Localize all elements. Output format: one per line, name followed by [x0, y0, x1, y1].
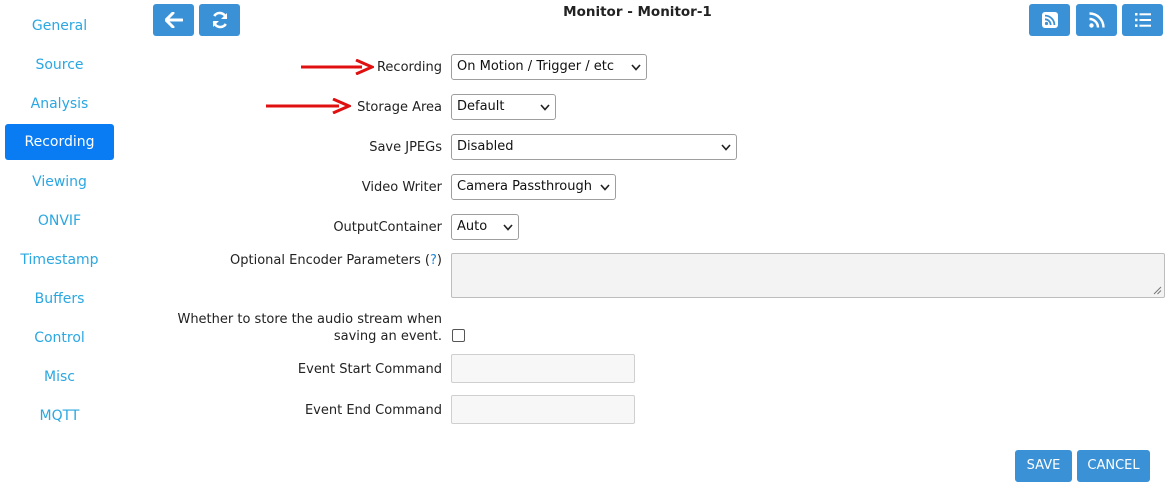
- sidebar-item-source[interactable]: Source: [5, 47, 114, 83]
- chevron-down-icon: [540, 104, 550, 111]
- chevron-down-icon: [631, 64, 641, 71]
- sidebar-item-analysis[interactable]: Analysis: [5, 86, 114, 122]
- rss-feed-button[interactable]: [1029, 4, 1070, 36]
- video-writer-label: Video Writer: [361, 180, 442, 195]
- save-jpegs-label: Save JPEGs: [369, 140, 442, 155]
- rss-square-icon: [1041, 12, 1058, 28]
- output-container-select[interactable]: Auto: [451, 214, 519, 240]
- save-button[interactable]: SAVE: [1015, 450, 1072, 482]
- annotation-arrow-storage-area: [266, 98, 351, 114]
- event-end-input[interactable]: [451, 395, 635, 424]
- rss-icon: [1088, 12, 1105, 28]
- storage-area-select-value: Default: [457, 99, 505, 114]
- list-button[interactable]: [1122, 4, 1163, 36]
- sidebar-item-misc[interactable]: Misc: [5, 359, 114, 395]
- storage-area-label: Storage Area: [357, 100, 442, 115]
- rss-button[interactable]: [1076, 4, 1117, 36]
- storage-area-select[interactable]: Default: [451, 94, 556, 120]
- sidebar-item-viewing[interactable]: Viewing: [5, 164, 114, 200]
- annotation-arrow-recording: [301, 59, 374, 75]
- output-container-label: OutputContainer: [333, 220, 442, 235]
- recording-select-value: On Motion / Trigger / etc: [457, 59, 615, 74]
- recording-label: Recording: [376, 60, 442, 75]
- event-start-label: Event Start Command: [297, 362, 442, 377]
- encoder-params-label: Optional Encoder Parameters (?): [230, 253, 442, 268]
- chevron-down-icon: [503, 224, 513, 231]
- sidebar-item-timestamp[interactable]: Timestamp: [5, 242, 114, 278]
- sidebar-item-control[interactable]: Control: [5, 320, 114, 356]
- chevron-down-icon: [721, 144, 731, 151]
- back-arrow-icon: [164, 12, 183, 28]
- save-jpegs-select[interactable]: Disabled: [451, 134, 737, 160]
- sidebar-item-general[interactable]: General: [5, 8, 114, 44]
- refresh-button[interactable]: [199, 4, 240, 36]
- event-start-input[interactable]: [451, 354, 635, 383]
- event-end-label: Event End Command: [304, 403, 442, 418]
- back-button[interactable]: [153, 4, 194, 36]
- encoder-params-textarea[interactable]: [451, 253, 1165, 298]
- sidebar-item-onvif[interactable]: ONVIF: [5, 203, 114, 239]
- resize-grip-icon[interactable]: [1152, 285, 1162, 295]
- cancel-button[interactable]: CANCEL: [1077, 450, 1150, 482]
- sidebar-item-buffers[interactable]: Buffers: [5, 281, 114, 317]
- encoder-params-label-end: ): [436, 253, 442, 268]
- sidebar-item-mqtt[interactable]: MQTT: [5, 398, 114, 434]
- list-icon: [1134, 13, 1151, 27]
- encoder-params-label-text: Optional Encoder Parameters (: [230, 253, 431, 268]
- audio-checkbox[interactable]: [452, 329, 465, 342]
- save-jpegs-select-value: Disabled: [457, 139, 514, 154]
- video-writer-select[interactable]: Camera Passthrough: [451, 174, 616, 200]
- recording-select[interactable]: On Motion / Trigger / etc: [451, 54, 647, 80]
- sidebar-item-recording[interactable]: Recording: [5, 124, 114, 160]
- video-writer-select-value: Camera Passthrough: [457, 179, 592, 194]
- help-link[interactable]: ?: [430, 253, 437, 268]
- page-title: Monitor - Monitor-1: [563, 4, 712, 20]
- output-container-select-value: Auto: [457, 219, 488, 234]
- audio-label-line2: saving an event.: [333, 329, 442, 344]
- audio-label: Whether to store the audio stream when s…: [177, 311, 442, 345]
- chevron-down-icon: [600, 184, 610, 191]
- audio-label-line1: Whether to store the audio stream when: [177, 312, 442, 327]
- refresh-icon: [212, 11, 227, 29]
